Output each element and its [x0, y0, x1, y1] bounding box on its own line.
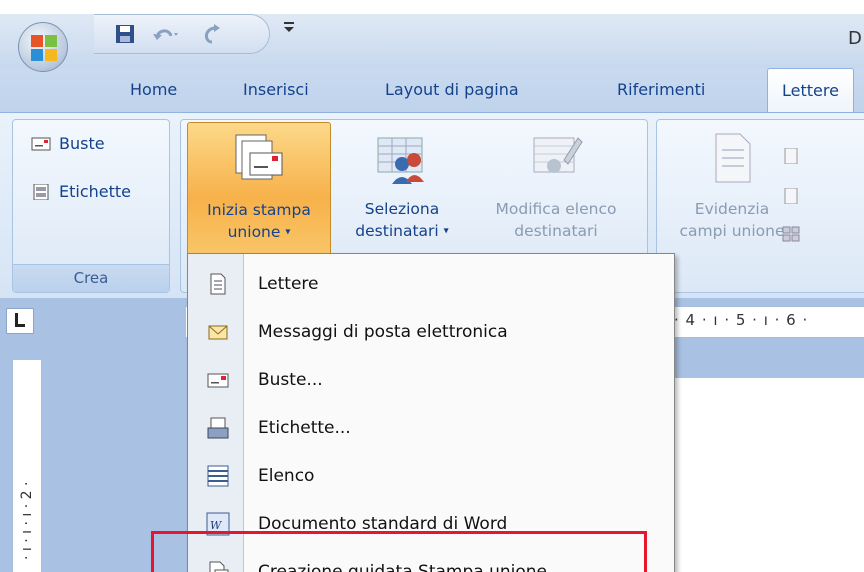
window-title: D: [848, 28, 862, 49]
list-icon: [207, 465, 229, 487]
start-merge-icon: [235, 134, 283, 180]
tab-riferimenti[interactable]: Riferimenti: [617, 80, 705, 99]
undo-icon[interactable]: [148, 21, 182, 47]
menu-item-messaggi[interactable]: Messaggi di posta elettronica: [188, 308, 674, 356]
seleziona-line1: Seleziona: [364, 200, 440, 218]
group-write-insert: Evidenzia campi unione: [656, 119, 864, 293]
modifica-line2: destinatari: [514, 222, 598, 240]
menu-item-label: Elenco: [258, 466, 315, 486]
grid-icon: [782, 226, 800, 242]
inizia-stampa-unione-button[interactable]: Inizia stampa unione ▾: [187, 122, 331, 260]
group-crea: Buste Etichette Crea: [12, 119, 170, 293]
document-page[interactable]: [672, 378, 864, 572]
select-recipients-icon: [377, 137, 424, 184]
highlight-box: [151, 531, 647, 572]
vertical-ruler-marks: · ı · ı · ı · 2 ·: [19, 481, 35, 560]
highlight-fields-icon: [715, 133, 751, 183]
modifica-elenco-button[interactable]: Modifica elenco destinatari: [471, 122, 641, 260]
crea-group-label: Crea: [13, 264, 169, 292]
customize-toolbar-icon[interactable]: [283, 20, 295, 38]
evidenzia-line2: campi unione: [679, 222, 785, 240]
email-icon: [208, 325, 228, 340]
chevron-down-icon: ▾: [285, 226, 291, 238]
edit-recipients-icon: [533, 137, 583, 173]
buste-label: Buste: [59, 134, 105, 153]
tab-layout[interactable]: Layout di pagina: [385, 80, 519, 99]
insert-field-button[interactable]: [781, 226, 809, 242]
vertical-ruler[interactable]: · ı · ı · ı · 2 ·: [12, 360, 42, 572]
inizia-line1: Inizia stampa: [207, 201, 311, 219]
save-icon[interactable]: [112, 21, 138, 47]
modifica-line1: Modifica elenco: [495, 200, 617, 218]
menu-item-buste[interactable]: Buste...: [188, 356, 674, 404]
ribbon-tabs: Home Inserisci Layout di pagina Riferime…: [0, 68, 864, 114]
document-icon: [784, 148, 798, 164]
menu-item-label: Messaggi di posta elettronica: [258, 322, 508, 342]
menu-item-elenco[interactable]: Elenco: [188, 452, 674, 500]
quick-access-toolbar: [94, 14, 270, 54]
menu-item-etichette[interactable]: Etichette...: [188, 404, 674, 452]
tab-inserisci[interactable]: Inserisci: [243, 80, 309, 99]
inizia-line2: unione: [227, 223, 281, 241]
start-mail-merge-menu: Lettere Messaggi di posta elettronica Bu…: [187, 253, 675, 572]
tab-home[interactable]: Home: [130, 80, 177, 99]
tab-lettere[interactable]: Lettere: [767, 68, 854, 114]
buste-button[interactable]: Buste: [31, 134, 105, 153]
tab-stop-icon: [15, 313, 25, 327]
seleziona-destinatari-button[interactable]: Seleziona destinatari ▾: [341, 122, 463, 260]
menu-item-label: Lettere: [258, 274, 319, 294]
menu-item-label: Buste...: [258, 370, 323, 390]
ruler-marks: · 4 · ı · 5 · ı · 6 ·: [674, 311, 809, 329]
menu-item-lettere[interactable]: Lettere: [188, 260, 674, 308]
office-button[interactable]: [18, 22, 68, 72]
document-icon: [210, 273, 226, 295]
labels-icon: [33, 183, 49, 200]
seleziona-line2: destinatari: [355, 222, 439, 240]
envelope-icon: [31, 137, 51, 150]
tab-selector[interactable]: [6, 308, 34, 334]
office-logo-icon: [31, 35, 57, 61]
evidenzia-campi-button[interactable]: Evidenzia campi unione: [667, 122, 797, 260]
etichette-label: Etichette: [59, 182, 131, 201]
etichette-button[interactable]: Etichette: [31, 182, 131, 201]
greeting-line-button[interactable]: [781, 188, 809, 204]
menu-item-label: Etichette...: [258, 418, 351, 438]
evidenzia-line1: Evidenzia: [694, 200, 770, 218]
envelope-icon: [207, 373, 229, 388]
chevron-down-icon: ▾: [443, 225, 449, 237]
labels-icon: [207, 417, 229, 439]
address-block-button[interactable]: [781, 148, 809, 164]
document-icon: [784, 188, 798, 204]
title-bar: D: [0, 0, 864, 68]
redo-icon[interactable]: [198, 21, 224, 47]
